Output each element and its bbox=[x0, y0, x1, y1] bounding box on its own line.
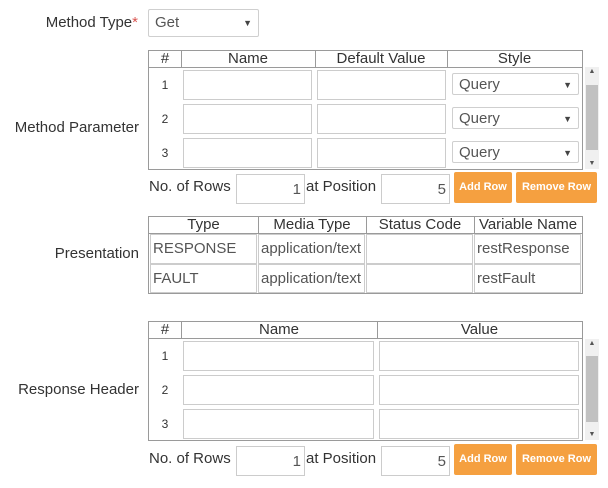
parameter-style-value: Query bbox=[459, 144, 500, 161]
scroll-thumb[interactable] bbox=[586, 356, 598, 422]
add-row-button[interactable]: Add Row bbox=[454, 172, 512, 203]
no-of-rows-input[interactable]: 1 bbox=[236, 446, 305, 476]
presentation-media-type-cell[interactable]: application/text bbox=[258, 264, 365, 293]
header-name-input[interactable] bbox=[183, 341, 374, 371]
scroll-up-arrow-icon[interactable]: ▲ bbox=[585, 67, 599, 76]
presentation-media-type-cell[interactable]: application/text bbox=[258, 234, 365, 264]
col-header-type: Type bbox=[187, 216, 220, 233]
presentation-type-cell[interactable]: RESPONSE bbox=[150, 234, 257, 264]
response-header-table: # Name Value 1 2 3 bbox=[148, 321, 583, 441]
header-name-input[interactable] bbox=[183, 409, 374, 439]
presentation-table: Type Media Type Status Code Variable Nam… bbox=[148, 216, 583, 294]
row-number: 1 bbox=[161, 349, 169, 363]
method-parameter-scrollbar[interactable]: ▲ ▼ bbox=[585, 67, 599, 169]
scroll-down-arrow-icon[interactable]: ▼ bbox=[585, 159, 599, 168]
no-of-rows-input[interactable]: 1 bbox=[236, 174, 305, 204]
parameter-name-input[interactable] bbox=[183, 138, 312, 168]
row-number: 2 bbox=[161, 112, 169, 126]
presentation-label: Presentation bbox=[54, 245, 139, 262]
parameter-name-input[interactable] bbox=[183, 70, 312, 100]
col-divider bbox=[366, 217, 367, 233]
no-of-rows-label: No. of Rows bbox=[149, 178, 231, 195]
col-header-style: Style bbox=[497, 50, 532, 67]
at-position-input[interactable]: 5 bbox=[381, 446, 450, 476]
presentation-status-code-cell[interactable] bbox=[366, 264, 473, 293]
col-header-status-code: Status Code bbox=[378, 216, 462, 233]
parameter-style-select[interactable]: Query ▼ bbox=[452, 107, 579, 129]
at-position-label: at Position bbox=[306, 450, 377, 467]
parameter-default-value-input[interactable] bbox=[317, 138, 446, 168]
col-header-number: # bbox=[160, 50, 170, 67]
row-number: 1 bbox=[161, 78, 169, 92]
col-divider bbox=[447, 51, 448, 67]
method-type-value: Get bbox=[155, 14, 180, 31]
col-header-name: Name bbox=[227, 50, 268, 67]
header-value-input[interactable] bbox=[379, 409, 579, 439]
chevron-down-icon: ▼ bbox=[563, 114, 572, 124]
row-number: 2 bbox=[161, 383, 169, 397]
col-header-value: Value bbox=[460, 321, 499, 338]
scroll-up-arrow-icon[interactable]: ▲ bbox=[585, 339, 599, 348]
at-position-input[interactable]: 5 bbox=[381, 174, 450, 204]
header-value-input[interactable] bbox=[379, 375, 579, 405]
method-type-label: Method Type* bbox=[20, 14, 138, 31]
remove-row-button[interactable]: Remove Row bbox=[516, 172, 597, 203]
col-header-name: Name bbox=[258, 321, 299, 338]
chevron-down-icon: ▼ bbox=[563, 148, 572, 158]
chevron-down-icon: ▼ bbox=[563, 80, 572, 90]
col-divider bbox=[181, 322, 182, 338]
presentation-status-code-cell[interactable] bbox=[366, 234, 473, 264]
parameter-default-value-input[interactable] bbox=[317, 104, 446, 134]
response-header-scrollbar[interactable]: ▲ ▼ bbox=[585, 339, 599, 440]
col-divider bbox=[315, 51, 316, 67]
header-name-input[interactable] bbox=[183, 375, 374, 405]
col-divider bbox=[181, 51, 182, 67]
method-type-label-text: Method Type bbox=[45, 14, 133, 31]
col-divider bbox=[258, 217, 259, 233]
parameter-style-value: Query bbox=[459, 110, 500, 127]
header-divider bbox=[149, 338, 582, 339]
required-asterisk: * bbox=[132, 14, 138, 31]
no-of-rows-label: No. of Rows bbox=[149, 450, 231, 467]
at-position-label: at Position bbox=[306, 178, 377, 195]
parameter-style-select[interactable]: Query ▼ bbox=[452, 73, 579, 95]
header-divider bbox=[149, 67, 582, 68]
scroll-down-arrow-icon[interactable]: ▼ bbox=[585, 430, 599, 439]
col-divider bbox=[377, 322, 378, 338]
presentation-variable-name-cell[interactable]: restFault bbox=[474, 264, 581, 293]
presentation-variable-name-cell[interactable]: restResponse bbox=[474, 234, 581, 264]
method-parameter-table: # Name Default Value Style 1 Query ▼ 2 Q… bbox=[148, 50, 583, 170]
col-divider bbox=[474, 217, 475, 233]
col-header-default-value: Default Value bbox=[336, 50, 426, 67]
add-row-button[interactable]: Add Row bbox=[454, 444, 512, 475]
col-header-media-type: Media Type bbox=[273, 216, 351, 233]
col-header-number: # bbox=[160, 321, 170, 338]
parameter-style-value: Query bbox=[459, 76, 500, 93]
parameter-default-value-input[interactable] bbox=[317, 70, 446, 100]
col-header-variable-name: Variable Name bbox=[478, 216, 578, 233]
method-type-select[interactable]: Get ▼ bbox=[148, 9, 259, 37]
row-number: 3 bbox=[161, 417, 169, 431]
presentation-type-cell[interactable]: FAULT bbox=[150, 264, 257, 293]
remove-row-button[interactable]: Remove Row bbox=[516, 444, 597, 475]
row-number: 3 bbox=[161, 146, 169, 160]
response-header-label: Response Header bbox=[18, 381, 139, 398]
chevron-down-icon: ▼ bbox=[243, 18, 252, 28]
parameter-name-input[interactable] bbox=[183, 104, 312, 134]
parameter-style-select[interactable]: Query ▼ bbox=[452, 141, 579, 163]
scroll-thumb[interactable] bbox=[586, 85, 598, 150]
method-parameter-label: Method Parameter bbox=[14, 119, 139, 136]
header-value-input[interactable] bbox=[379, 341, 579, 371]
